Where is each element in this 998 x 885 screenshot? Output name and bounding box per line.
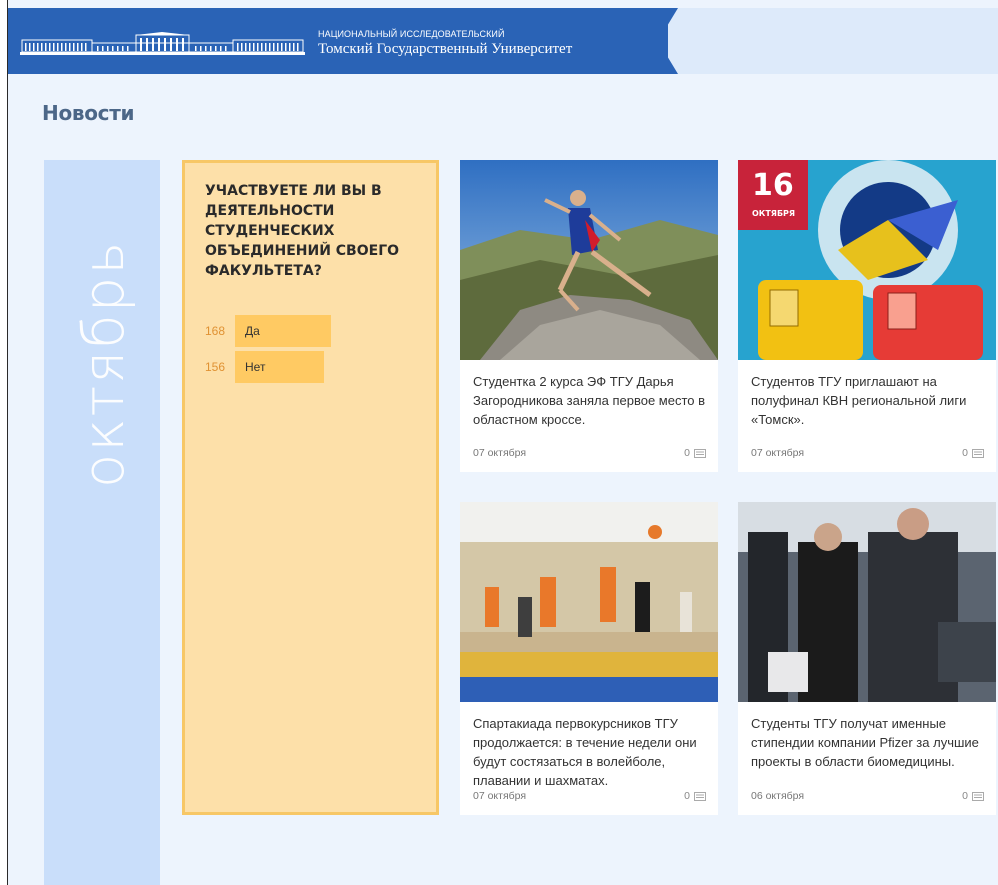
month-label: октябрь <box>72 239 137 488</box>
comment-icon <box>972 448 984 458</box>
comments-number: 0 <box>962 447 968 459</box>
news-headline[interactable]: Студентка 2 курса ЭФ ТГУ Дарья Загородни… <box>473 372 708 429</box>
site-header: НАЦИОНАЛЬНЫЙ ИССЛЕДОВАТЕЛЬСКИЙ Томский Г… <box>8 8 998 74</box>
header-chevron <box>648 8 678 74</box>
comments-number: 0 <box>684 447 690 459</box>
news-image-exhibition[interactable] <box>738 502 996 702</box>
poll-bar[interactable]: Нет <box>235 351 324 383</box>
comments-count[interactable]: 0 <box>684 447 706 459</box>
news-headline[interactable]: Студентов ТГУ приглашают на полуфинал КВ… <box>751 372 986 429</box>
comments-count[interactable]: 0 <box>684 790 706 802</box>
poll-option-label: Нет <box>245 360 266 374</box>
comments-count[interactable]: 0 <box>962 790 984 802</box>
news-card[interactable]: 16 ОКТЯБРЯ Студентов ТГУ приглашают на п… <box>738 160 996 472</box>
page-title: Новости <box>42 101 135 125</box>
news-image-basketball[interactable] <box>460 502 718 702</box>
news-date: 07 октября <box>751 447 805 459</box>
badge-month: ОКТЯБРЯ <box>752 209 796 218</box>
month-sidebar: октябрь <box>44 160 160 885</box>
comment-icon <box>694 791 706 801</box>
window-edge <box>0 0 8 885</box>
news-headline[interactable]: Спартакиада первокурсников ТГУ продолжае… <box>473 714 708 790</box>
comment-icon <box>972 791 984 801</box>
university-building-logo[interactable] <box>20 32 305 56</box>
poll-count: 156 <box>205 360 226 374</box>
comments-number: 0 <box>684 790 690 802</box>
poll-widget: УЧАСТВУЕТЕ ЛИ ВЫ В ДЕЯТЕЛЬНОСТИ СТУДЕНЧЕ… <box>182 160 439 815</box>
news-headline[interactable]: Студенты ТГУ получат именные стипендии к… <box>751 714 986 771</box>
badge-day: 16 <box>752 168 794 203</box>
news-image-runner[interactable] <box>460 160 718 360</box>
poll-question: УЧАСТВУЕТЕ ЛИ ВЫ В ДЕЯТЕЛЬНОСТИ СТУДЕНЧЕ… <box>205 183 400 279</box>
news-card[interactable]: Студенты ТГУ получат именные стипендии к… <box>738 502 996 815</box>
poll-bar[interactable]: Да <box>235 315 331 347</box>
news-card[interactable]: Спартакиада первокурсников ТГУ продолжае… <box>460 502 718 815</box>
news-date: 07 октября <box>473 447 527 459</box>
poll-count: 168 <box>205 324 226 338</box>
university-name[interactable]: Томский Государственный Университет <box>318 41 572 58</box>
news-date: 07 октября <box>473 790 527 802</box>
comments-count[interactable]: 0 <box>962 447 984 459</box>
poll-option-label: Да <box>245 324 260 338</box>
university-subtitle: НАЦИОНАЛЬНЫЙ ИССЛЕДОВАТЕЛЬСКИЙ <box>318 29 505 39</box>
comment-icon <box>694 448 706 458</box>
news-card[interactable]: Студентка 2 курса ЭФ ТГУ Дарья Загородни… <box>460 160 718 472</box>
event-date-badge: 16 ОКТЯБРЯ <box>738 160 808 230</box>
comments-number: 0 <box>962 790 968 802</box>
news-date: 06 октября <box>751 790 805 802</box>
